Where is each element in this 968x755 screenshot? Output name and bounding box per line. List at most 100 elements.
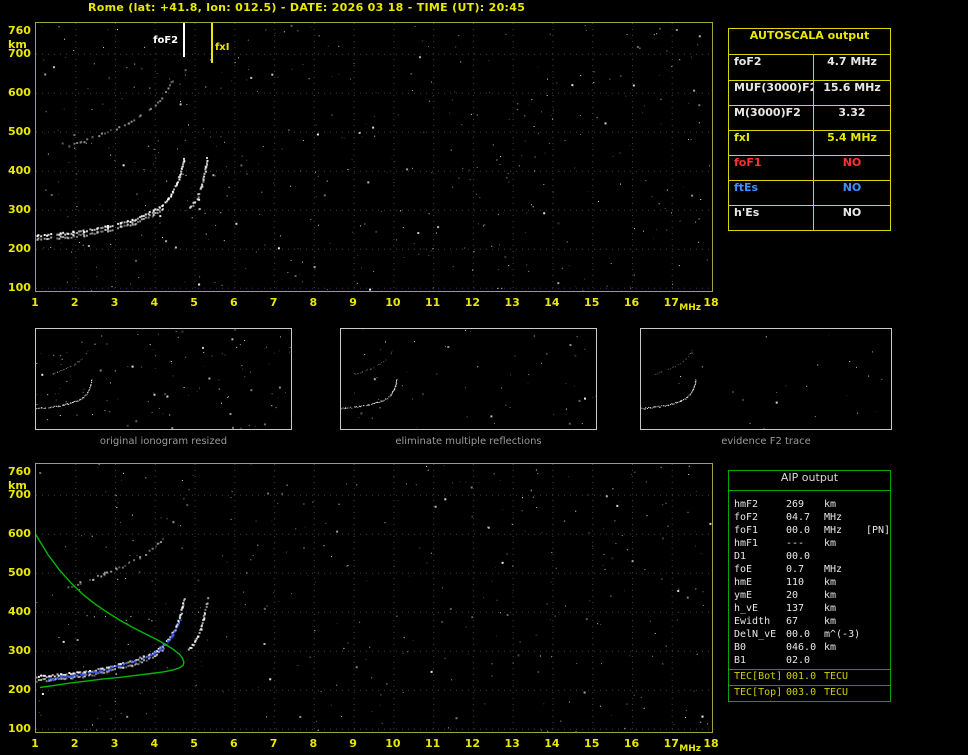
thumbnail-original-ionogram — [35, 328, 292, 430]
aip-row-name: Ewidth — [734, 616, 771, 627]
aip-row-value: 04.7 — [786, 512, 811, 523]
x-axis-tick-label: 12 — [464, 296, 481, 309]
aip-row-name: foF2 — [734, 512, 759, 523]
y-axis-unit-label: km — [8, 479, 27, 492]
aip-row-B0: B0 046.0 km — [729, 642, 890, 655]
aip-row-extra — [866, 499, 885, 512]
x-axis-unit-label: MHz — [679, 303, 701, 313]
thumbnail-evidence-canvas — [641, 334, 883, 429]
autoscala-row-label: MUF(3000)F2 — [734, 81, 813, 94]
autoscala-row-value: 15.6 MHz — [813, 81, 890, 105]
aip-row-value: 20 — [786, 590, 799, 601]
aip-row-unit — [824, 551, 866, 564]
y-axis-tick-label: 200 — [8, 683, 31, 697]
x-axis-unit-label: MHz — [679, 744, 701, 754]
x-axis-tick-label: 12 — [464, 737, 481, 750]
aip-row-hmF2: hmF2 269 km — [729, 499, 890, 512]
y-axis-tick-label: 100 — [8, 722, 31, 736]
aip-row-name: TEC[Top] — [734, 687, 783, 698]
x-axis-tick-label: 2 — [70, 296, 79, 309]
x-axis-tick-label: 1 — [31, 737, 39, 750]
x-axis-tick-label: 4 — [150, 737, 159, 750]
aip-row-extra — [866, 590, 885, 603]
autoscala-row-M(3000)F2: M(3000)F2 3.32 — [729, 105, 890, 130]
aip-row-extra — [866, 577, 885, 590]
thumbnail-caption-evidence: evidence F2 trace — [721, 436, 811, 447]
autoscala-row-label: ftEs — [734, 181, 759, 194]
x-axis-tick-label: 6 — [229, 737, 238, 750]
x-axis-tick-label: 7 — [269, 296, 278, 309]
aip-row-name: hmE — [734, 577, 753, 588]
aip-row-h_vE: h_vE 137 km — [729, 603, 890, 616]
x-axis-tick-label: 1 — [31, 296, 39, 309]
aip-row-extra — [866, 686, 885, 700]
aip-row-unit: MHz — [824, 525, 843, 536]
x-axis-tick-label: 10 — [385, 296, 401, 309]
aip-row-foF1: foF1 00.0 MHz [PN] — [729, 525, 890, 538]
x-axis-tick-label: 8 — [309, 737, 318, 750]
aip-rows: hmF2 269 km foF2 04.7 MHz foF1 00.0 MHz [PN] hmF1 -… — [729, 499, 890, 700]
x-axis-tick-label: 3 — [110, 737, 119, 750]
aip-row-name: D1 — [734, 551, 747, 562]
y-axis-tick-label: 300 — [8, 644, 31, 658]
aip-row-extra — [866, 512, 885, 525]
ionogram-top-canvas — [36, 23, 712, 291]
ionogram-bottom-plot — [35, 463, 713, 733]
autoscala-panel-title: AUTOSCALA output — [729, 29, 890, 55]
y-axis-tick-label: 500 — [8, 566, 31, 580]
aip-row-D1: D1 00.0 — [729, 551, 890, 564]
aip-row-extra — [866, 603, 885, 616]
aip-row-name: TEC[Bot] — [734, 671, 783, 682]
fxI-marker-line — [210, 23, 213, 63]
aip-row-unit: km — [824, 590, 837, 601]
x-axis-tick-label: 15 — [584, 737, 600, 750]
aip-row-hmF1: hmF1 --- km — [729, 538, 890, 551]
autoscala-row-label: fxI — [734, 131, 750, 144]
x-axis-tick-label: 5 — [190, 296, 198, 309]
foF2-marker-label: foF2 — [153, 35, 179, 46]
aip-row-B1: B1 02.0 — [729, 655, 890, 668]
aip-row-name: hmF2 — [734, 499, 759, 510]
aip-row-extra — [866, 670, 885, 684]
x-axis-tick-label: 11 — [424, 296, 441, 309]
foF2-marker-line — [183, 23, 186, 57]
autoscala-row-foF2: foF2 4.7 MHz — [729, 55, 890, 80]
aip-row-value: 02.0 — [786, 655, 811, 666]
y-axis-tick-label: 300 — [8, 203, 31, 217]
x-axis-tick-label: 8 — [309, 296, 318, 309]
autoscala-row-value: NO — [813, 206, 890, 230]
x-axis-tick-label: 6 — [229, 296, 238, 309]
aip-row-unit: MHz — [824, 512, 843, 523]
thumbnail-caption-original: original ionogram resized — [99, 436, 228, 447]
aip-row-unit: km — [824, 642, 837, 653]
aip-row-extra — [866, 629, 885, 642]
aip-row-unit: MHz — [824, 564, 843, 575]
aip-row-value: 0.7 — [786, 564, 805, 575]
aip-row-foE: foE 0.7 MHz — [729, 564, 890, 577]
aip-row-unit: km — [824, 499, 837, 510]
aip-row-foF2: foF2 04.7 MHz — [729, 512, 890, 525]
aip-row-unit: TECU — [824, 671, 849, 682]
aip-row-name: foE — [734, 564, 753, 575]
autoscala-row-label: foF1 — [734, 156, 762, 169]
autoscala-row-label: h'Es — [734, 206, 760, 219]
aip-row-value: 269 — [786, 499, 805, 510]
aip-row-TEC[Top]: TEC[Top] 003.0 TECU — [729, 685, 890, 700]
aip-row-name: B0 — [734, 642, 747, 653]
autoscala-row-fxI: fxI 5.4 MHz — [729, 130, 890, 155]
x-axis-tick-label: 9 — [349, 737, 357, 750]
thumbnail-caption-eliminate: eliminate multiple reflections — [395, 436, 542, 447]
autoscala-row-h'Es: h'Es NO — [729, 205, 890, 230]
autoscala-row-MUF(3000)F2: MUF(3000)F2 15.6 MHz — [729, 80, 890, 105]
x-axis-tick-label: 7 — [269, 737, 278, 750]
aip-row-extra — [866, 642, 885, 655]
aip-row-TEC[Bot]: TEC[Bot] 001.0 TECU — [729, 669, 890, 684]
aip-row-value: 00.0 — [786, 525, 811, 536]
y-axis-tick-label: 400 — [8, 605, 31, 619]
aip-panel-title: AIP output — [729, 471, 890, 491]
aip-row-extra — [866, 655, 885, 668]
aip-row-name: B1 — [734, 655, 747, 666]
ionogram-top-plot: foF2 fxI — [35, 22, 713, 292]
aip-row-value: 003.0 — [786, 687, 817, 698]
y-axis-tick-label: 100 — [8, 281, 31, 295]
